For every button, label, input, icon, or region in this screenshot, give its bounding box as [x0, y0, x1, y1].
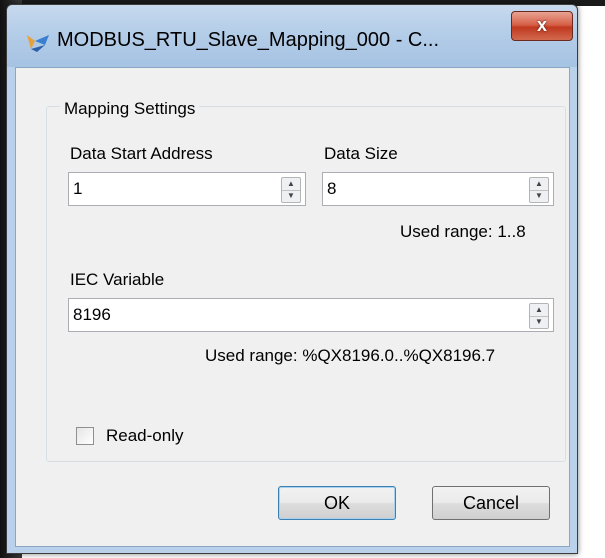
close-icon: x: [536, 15, 547, 35]
data-size-spinner[interactable]: 8 ▲ ▼: [322, 172, 554, 206]
spin-down-icon[interactable]: ▼: [282, 190, 300, 202]
start-address-label: Data Start Address: [70, 144, 213, 163]
window-title: MODBUS_RTU_Slave_Mapping_000 - C...: [57, 29, 440, 51]
iec-variable-spinner[interactable]: 8196 ▲ ▼: [68, 298, 554, 332]
read-only-label[interactable]: Read-only: [106, 426, 184, 446]
start-address-value: 1: [73, 179, 83, 198]
data-size-value: 8: [327, 179, 337, 198]
iec-variable-label: IEC Variable: [70, 270, 165, 289]
ok-button[interactable]: OK: [278, 486, 396, 520]
data-size-used-range: Used range: 1..8: [400, 222, 526, 241]
iec-variable-used-range: Used range: %QX8196.0..%QX8196.7: [205, 346, 496, 365]
spin-down-icon[interactable]: ▼: [530, 316, 548, 328]
group-title: Mapping Settings: [60, 99, 200, 119]
data-size-label: Data Size: [324, 144, 398, 163]
app-icon: [27, 35, 49, 52]
title-bar[interactable]: MODBUS_RTU_Slave_Mapping_000 - C... x: [7, 5, 577, 67]
iec-variable-value: 8196: [73, 305, 111, 324]
start-address-spinner[interactable]: 1 ▲ ▼: [68, 172, 306, 206]
cancel-button[interactable]: Cancel: [432, 486, 550, 520]
close-button[interactable]: x: [511, 11, 573, 41]
read-only-checkbox[interactable]: [76, 427, 94, 445]
data-size-spin-buttons[interactable]: ▲ ▼: [529, 177, 549, 203]
start-address-spin-buttons[interactable]: ▲ ▼: [281, 177, 301, 203]
iec-variable-spin-buttons[interactable]: ▲ ▼: [529, 303, 549, 329]
spin-down-icon[interactable]: ▼: [530, 190, 548, 202]
